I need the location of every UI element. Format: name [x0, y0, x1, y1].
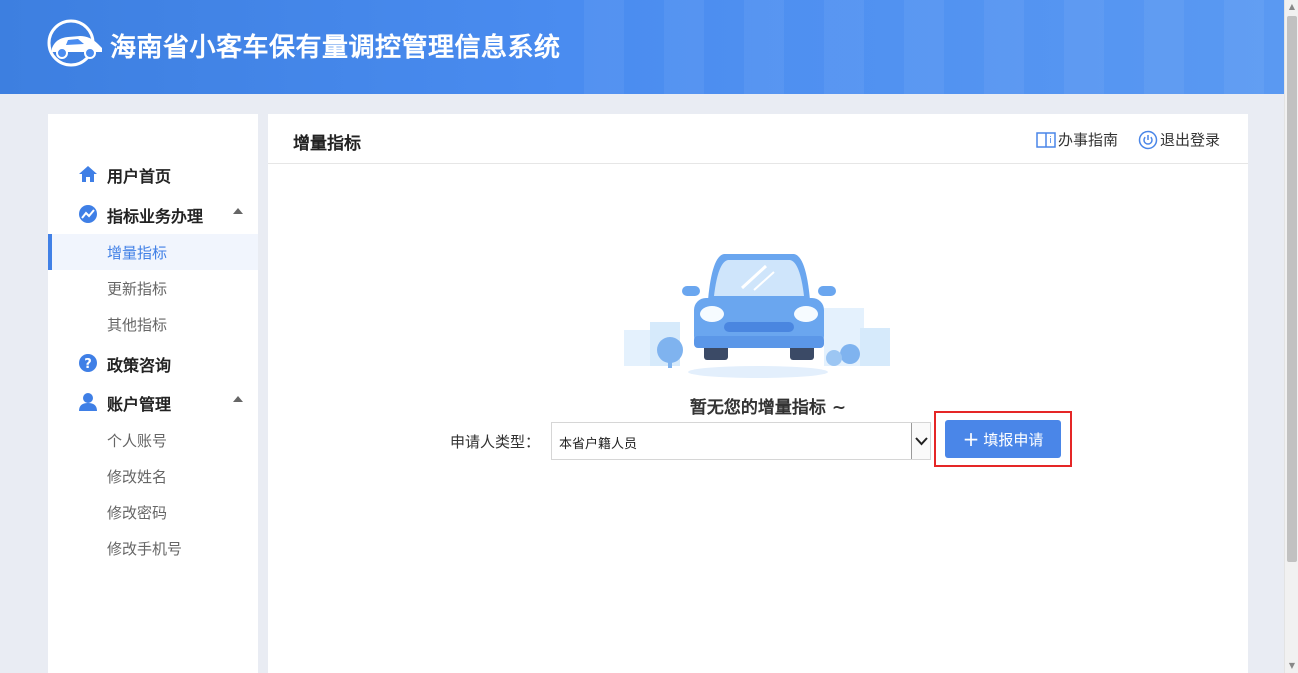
- scroll-thumb[interactable]: [1287, 16, 1297, 562]
- chevron-down-icon[interactable]: [911, 423, 930, 459]
- sidebar-item-label: 修改密码: [107, 504, 168, 522]
- empty-state-text: 暂无您的增量指标 ~: [689, 398, 847, 418]
- question-icon: ?: [79, 354, 97, 372]
- active-indicator: [48, 234, 52, 270]
- sidebar-item-label: 政策咨询: [107, 356, 172, 375]
- sidebar: 用户首页 指标业务办理 增量指标 更新指标 其他指标 ? 政策咨询 账户管理 个…: [48, 114, 258, 673]
- power-icon: [1138, 130, 1158, 149]
- logout-link[interactable]: 退出登录: [1138, 129, 1220, 150]
- apply-button-label: 填报申请: [983, 430, 1044, 449]
- sidebar-item-label: 其他指标: [107, 316, 168, 334]
- sidebar-item-label: 个人账号: [107, 432, 168, 450]
- caret-up-icon[interactable]: [233, 396, 243, 402]
- main-header: 增量指标 i 办事指南 退出登录: [268, 114, 1248, 164]
- user-icon: [79, 393, 97, 411]
- applicant-type-label: 申请人类型：: [450, 433, 541, 451]
- sidebar-item-incremental-quota[interactable]: 增量指标: [48, 234, 258, 270]
- sidebar-item-personal-account[interactable]: 个人账号: [48, 422, 258, 458]
- sidebar-item-label: 修改手机号: [107, 540, 183, 558]
- book-info-icon: i: [1036, 131, 1056, 148]
- sidebar-item-policy[interactable]: ? 政策咨询: [48, 343, 258, 383]
- applicant-type-value: 本省户籍人员: [559, 437, 638, 452]
- site-title: 海南省小客车保有量调控管理信息系统: [110, 33, 561, 63]
- page-title: 增量指标: [293, 134, 361, 154]
- sidebar-item-label: 更新指标: [107, 280, 168, 298]
- car-logo-icon: [47, 19, 102, 67]
- logout-link-label: 退出登录: [1160, 131, 1221, 149]
- sidebar-item-home[interactable]: 用户首页: [48, 154, 258, 194]
- scroll-down-arrow-icon[interactable]: ▼: [1285, 659, 1298, 673]
- sidebar-item-label: 账户管理: [107, 395, 172, 414]
- main-panel: 增量指标 i 办事指南 退出登录 暂无您的增量指标 ~ 申请人类型： 本省户籍人…: [268, 114, 1248, 673]
- sidebar-item-label: 修改姓名: [107, 468, 168, 486]
- home-icon: [79, 166, 97, 182]
- apply-button[interactable]: + 填报申请: [945, 420, 1061, 458]
- sidebar-item-change-phone[interactable]: 修改手机号: [48, 530, 258, 566]
- app-header: 海南省小客车保有量调控管理信息系统: [0, 0, 1284, 94]
- sidebar-item-label: 增量指标: [107, 244, 168, 262]
- chart-trend-icon: [79, 205, 97, 223]
- sidebar-item-update-quota[interactable]: 更新指标: [48, 270, 258, 306]
- sidebar-item-change-name[interactable]: 修改姓名: [48, 458, 258, 494]
- guide-link[interactable]: i 办事指南: [1036, 129, 1118, 150]
- sidebar-item-quota-business[interactable]: 指标业务办理: [48, 194, 258, 234]
- sidebar-item-change-password[interactable]: 修改密码: [48, 494, 258, 530]
- plus-icon: +: [962, 426, 980, 451]
- page-scrollbar[interactable]: ▲ ▼: [1284, 0, 1298, 673]
- empty-car-illustration: [624, 254, 890, 378]
- guide-link-label: 办事指南: [1058, 131, 1119, 149]
- caret-up-icon[interactable]: [233, 208, 243, 214]
- svg-text:i: i: [1049, 136, 1052, 146]
- applicant-type-select[interactable]: 本省户籍人员: [551, 422, 931, 460]
- sidebar-item-label: 用户首页: [107, 167, 172, 186]
- sidebar-item-other-quota[interactable]: 其他指标: [48, 306, 258, 342]
- sidebar-item-label: 指标业务办理: [107, 207, 204, 226]
- scroll-up-arrow-icon[interactable]: ▲: [1285, 0, 1298, 14]
- sidebar-item-account[interactable]: 账户管理: [48, 382, 258, 422]
- header-decoration: [584, 0, 1284, 94]
- svg-text:?: ?: [84, 357, 92, 372]
